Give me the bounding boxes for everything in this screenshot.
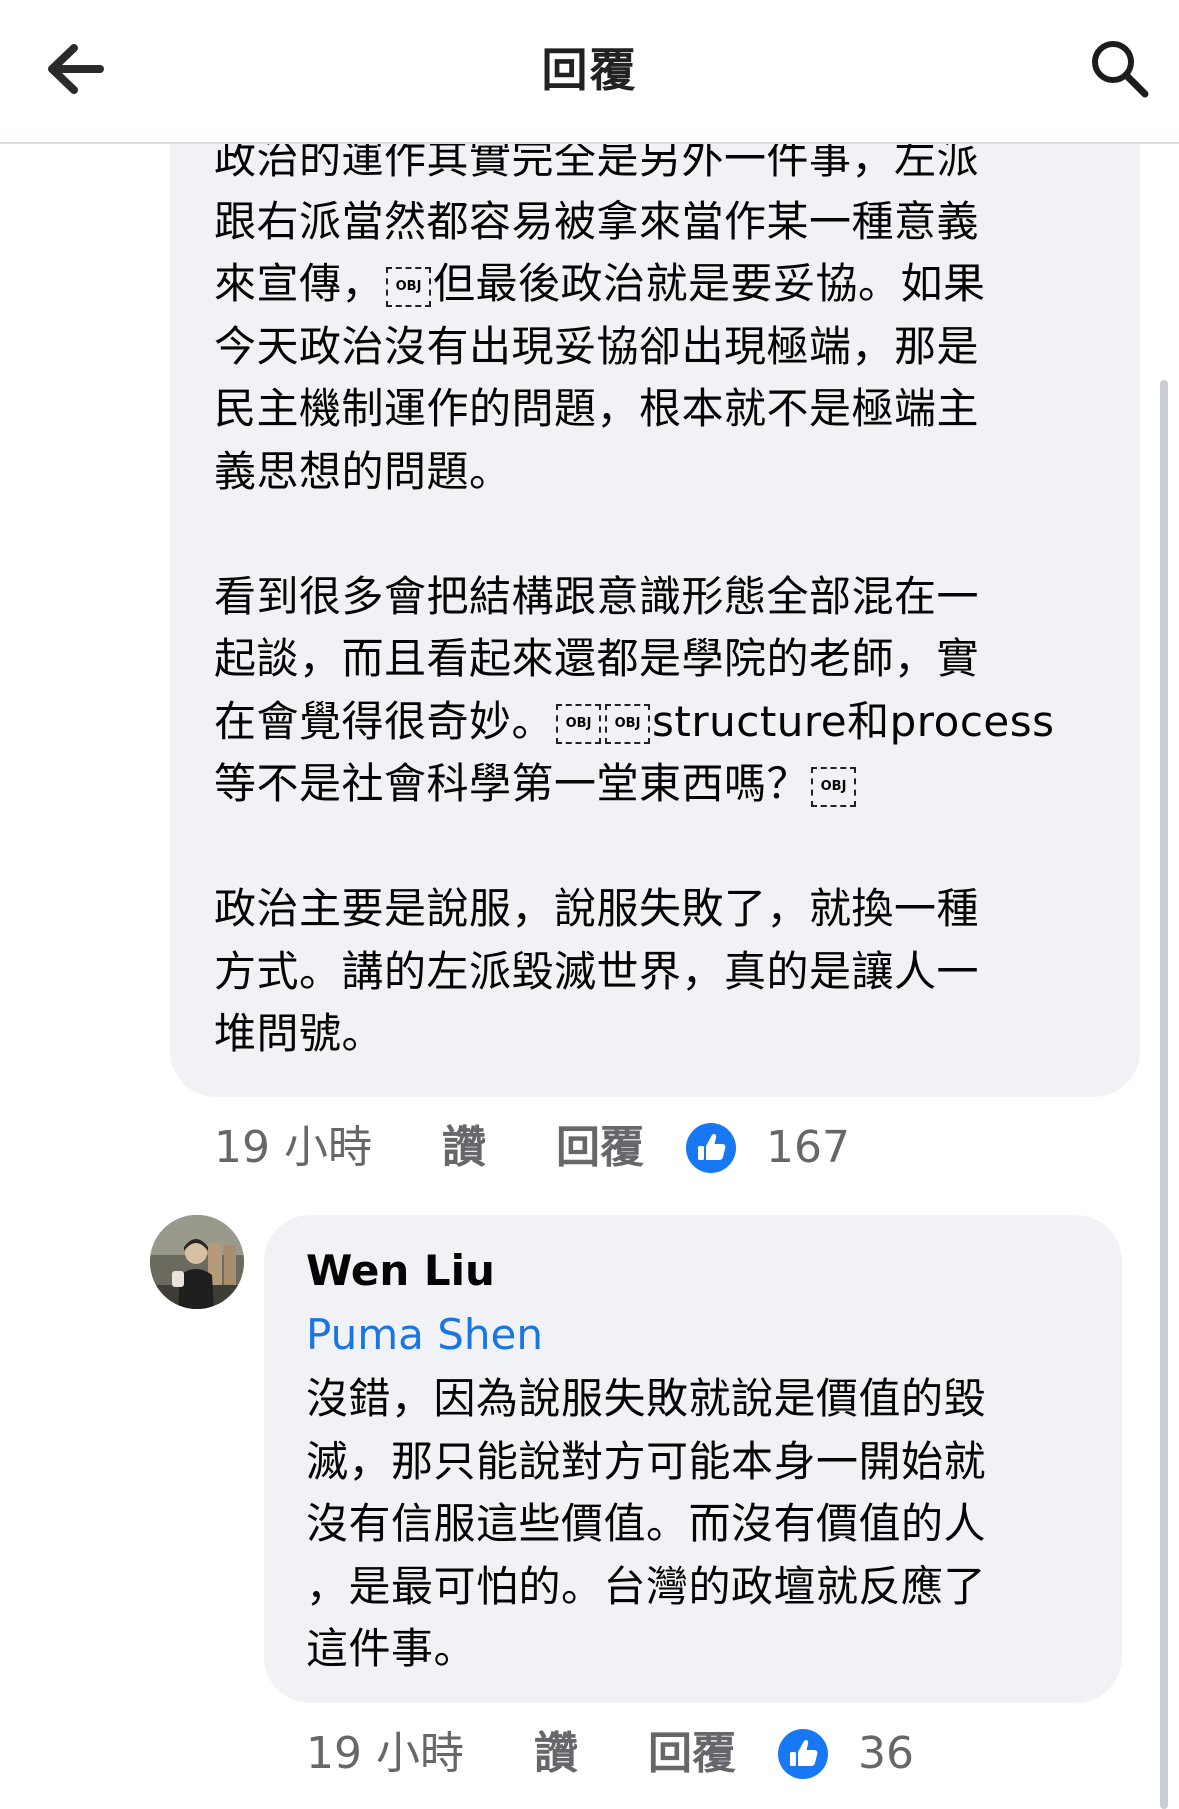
comment-actions: 19 小時 讚 回覆 36 xyxy=(0,1724,1179,1784)
comment-timestamp: 19 小時 xyxy=(306,1728,464,1779)
mention-link[interactable]: Puma Shen xyxy=(306,1304,543,1366)
comment-actions: 19 小時 讚 回覆 167 xyxy=(0,1118,1179,1178)
comment-paragraph: 政治主要是說服，說服失敗了，就換一種 方式。講的左派毀滅世界，真的是讓人一 堆問… xyxy=(214,884,980,1058)
top-bar: 回覆 xyxy=(0,0,1179,144)
thumbs-up-icon xyxy=(778,1729,828,1779)
comment-body: 政治的運作其實完全是另外一件事，左派 跟右派當然都容易被拿來當作某一種意義 來宣… xyxy=(214,128,1134,1066)
reply-button[interactable]: 回覆 xyxy=(556,1118,644,1178)
search-icon[interactable] xyxy=(1087,36,1153,102)
scrollbar[interactable] xyxy=(1160,380,1168,1809)
object-replacement-glyph: OBJ xyxy=(811,766,857,807)
reaction-count[interactable]: 167 xyxy=(766,1118,850,1178)
avatar[interactable] xyxy=(150,1215,244,1309)
object-replacement-glyph: OBJ xyxy=(386,266,432,307)
comment-author[interactable]: Wen Liu xyxy=(306,1240,495,1302)
like-button[interactable]: 讚 xyxy=(442,1118,486,1178)
reply-button[interactable]: 回覆 xyxy=(648,1724,736,1784)
like-button[interactable]: 讚 xyxy=(534,1724,578,1784)
object-replacement-glyph: OBJ xyxy=(556,704,602,744)
thumbs-up-icon xyxy=(686,1123,736,1173)
object-replacement-glyph: OBJ xyxy=(605,704,651,744)
reaction-count[interactable]: 36 xyxy=(858,1724,914,1784)
comment-body: 沒錯，因為說服失敗就說是價值的毀 滅，那只能說對方可能本身一開始就 沒有信服這些… xyxy=(306,1374,987,1673)
page-title: 回覆 xyxy=(541,43,638,97)
comment-timestamp: 19 小時 xyxy=(214,1122,372,1173)
